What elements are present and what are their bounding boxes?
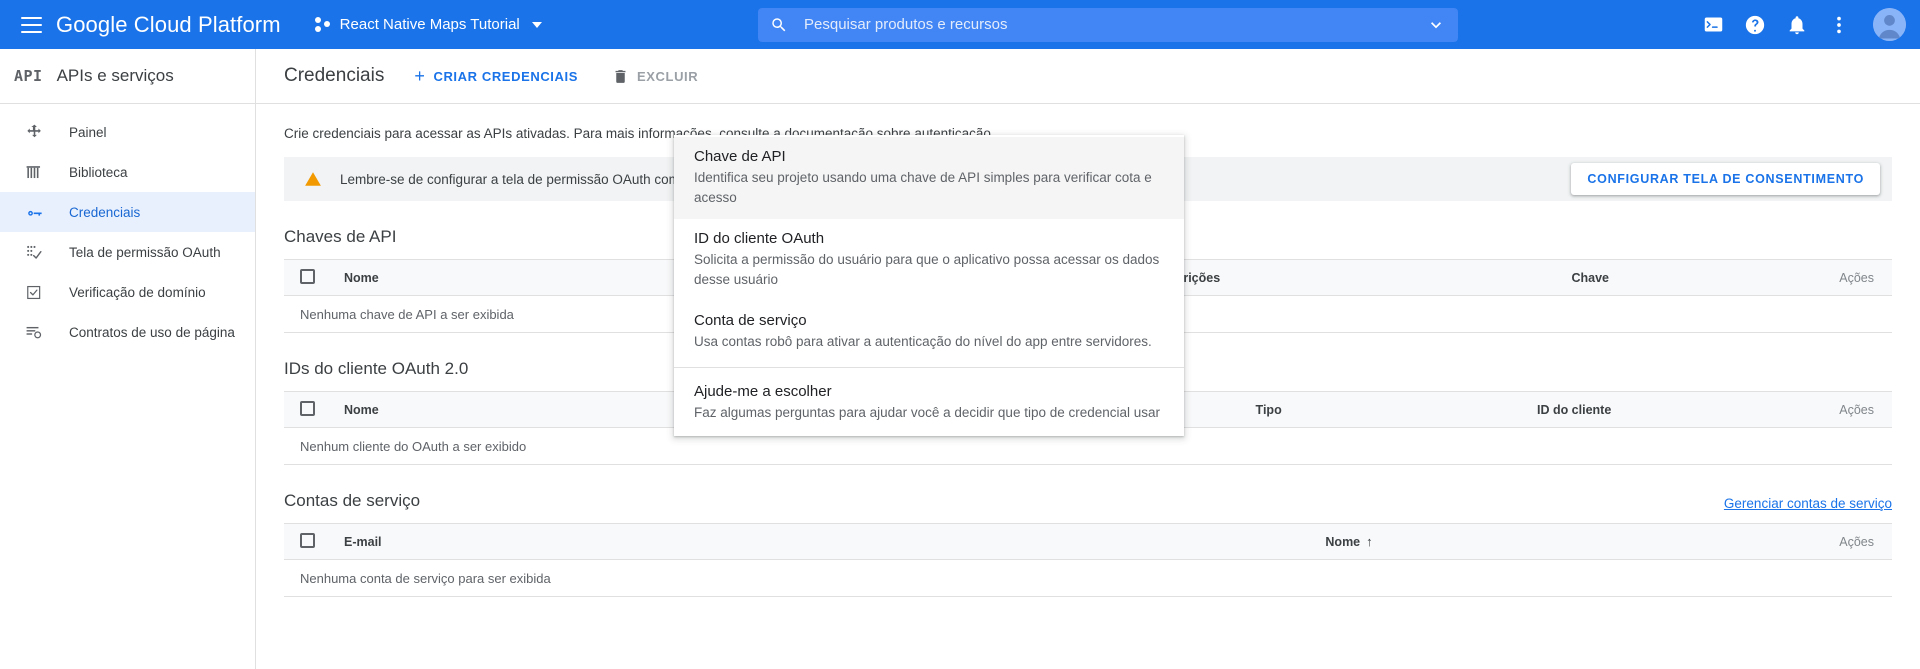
table-header-row: E-mail Nome ↑ Ações (284, 523, 1892, 560)
sidebar-item-credenciais[interactable]: Credenciais (0, 192, 255, 232)
empty-state-text: Nenhuma conta de serviço para ser exibid… (284, 559, 1892, 597)
library-icon (24, 162, 44, 182)
chevron-down-icon (531, 21, 542, 28)
menu-item-description: Identifica seu projeto usando uma chave … (694, 170, 1152, 205)
delete-button[interactable]: EXCLUIR (608, 62, 702, 91)
create-credentials-label: CRIAR CREDENCIAIS (433, 68, 578, 84)
sort-ascending-icon[interactable]: ↑ (1366, 534, 1373, 549)
sidebar-item-list: Painel Biblioteca Credenciais Tela de pe… (0, 104, 255, 352)
oauth-consent-icon (24, 242, 44, 262)
search-input[interactable] (804, 16, 1426, 33)
column-header-email[interactable]: E-mail (336, 523, 1028, 560)
main-content: Credenciais + CRIAR CREDENCIAIS EXCLUIR … (256, 49, 1920, 669)
select-all-header (284, 259, 336, 296)
column-header-nome[interactable]: Nome (336, 391, 674, 428)
menu-item-title: ID do cliente OAuth (694, 230, 825, 247)
menu-item-title: Chave de API (694, 148, 786, 165)
menu-item-description: Faz algumas perguntas para ajudar você a… (694, 405, 1161, 420)
search-chevron-down-icon[interactable] (1426, 15, 1446, 35)
column-header-acoes: Ações (1670, 523, 1892, 560)
sidebar-item-label: Biblioteca (69, 164, 128, 180)
create-credentials-menu: Chave de API Identifica seu projeto usan… (674, 135, 1184, 436)
menu-item-chave-de-api[interactable]: Chave de API Identifica seu projeto usan… (674, 137, 1184, 219)
menu-item-title: Conta de serviço (694, 312, 807, 329)
warning-icon (305, 172, 321, 186)
project-name-label: React Native Maps Tutorial (339, 16, 520, 33)
select-all-header (284, 391, 336, 428)
brand-title[interactable]: Google Cloud Platform (56, 12, 281, 38)
sidebar-header: API APIs e serviços (0, 49, 255, 104)
menu-item-ajude-me-a-escolher[interactable]: Ajude-me a escolher Faz algumas pergunta… (674, 372, 1184, 434)
api-logo: API (14, 67, 43, 85)
sidebar-item-painel[interactable]: Painel (0, 112, 255, 152)
select-all-checkbox[interactable] (300, 268, 315, 284)
column-header-acoes: Ações (1783, 259, 1892, 296)
menu-item-title: Ajude-me a escolher (694, 383, 832, 400)
menu-item-description: Solicita a permissão do usuário para que… (694, 252, 1160, 287)
sidebar: API APIs e serviços Painel Biblioteca Cr… (0, 49, 256, 669)
column-label: Nome (1325, 535, 1361, 549)
sidebar-item-verificacao-de-dominio[interactable]: Verificação de domínio (0, 272, 255, 312)
search-bar[interactable] (758, 7, 1458, 42)
plus-icon: + (414, 66, 426, 86)
sidebar-item-tela-de-permissao-oauth[interactable]: Tela de permissão OAuth (0, 232, 255, 272)
sidebar-item-label: Tela de permissão OAuth (69, 244, 221, 260)
menu-item-conta-de-servico[interactable]: Conta de serviço Usa contas robô para at… (674, 301, 1184, 363)
search-icon (772, 17, 786, 31)
hamburger-icon[interactable] (16, 10, 46, 40)
account-avatar[interactable] (1873, 8, 1906, 41)
section-header: Contas de serviço Gerenciar contas de se… (284, 491, 1892, 523)
more-options-icon[interactable] (1827, 13, 1851, 37)
section-service-accounts: Contas de serviço Gerenciar contas de se… (284, 491, 1892, 597)
sidebar-item-label: Credenciais (69, 204, 141, 220)
page-usage-agreements-icon (24, 322, 44, 342)
help-icon[interactable] (1743, 13, 1767, 37)
sidebar-item-label: Painel (69, 124, 107, 140)
key-icon (24, 202, 44, 222)
select-all-checkbox[interactable] (300, 532, 315, 548)
page-toolbar: Credenciais + CRIAR CREDENCIAIS EXCLUIR (256, 49, 1920, 104)
app-shell: API APIs e serviços Painel Biblioteca Cr… (0, 49, 1920, 669)
column-header-chave[interactable]: Chave (1397, 259, 1784, 296)
project-selector[interactable]: React Native Maps Tutorial (307, 12, 550, 37)
page-title: Credenciais (284, 65, 385, 86)
sidebar-item-biblioteca[interactable]: Biblioteca (0, 152, 255, 192)
section-title: Chaves de API (284, 227, 397, 246)
column-header-nome[interactable]: Nome ↑ (1027, 523, 1671, 560)
create-credentials-button[interactable]: + CRIAR CREDENCIAIS (410, 63, 582, 90)
section-title: IDs do cliente OAuth 2.0 (284, 359, 469, 378)
manage-service-accounts-link[interactable]: Gerenciar contas de serviço (1724, 496, 1892, 511)
service-accounts-table: E-mail Nome ↑ Ações Nenhuma conta de serv… (284, 523, 1892, 597)
trash-icon (612, 68, 629, 85)
section-title: Contas de serviço (284, 491, 421, 510)
domain-verify-icon (24, 282, 44, 302)
sidebar-item-label: Contratos de uso de página (69, 324, 235, 340)
dashboard-icon (24, 122, 44, 142)
menu-separator (674, 367, 1184, 368)
top-app-bar: Google Cloud Platform React Native Maps … (0, 0, 1920, 49)
delete-label: EXCLUIR (637, 68, 699, 84)
top-bar-icon-group (1701, 0, 1906, 49)
column-header-id-do-cliente[interactable]: ID do cliente (1413, 391, 1735, 428)
table-row: Nenhuma conta de serviço para ser exibid… (284, 559, 1892, 597)
menu-item-id-do-cliente-oauth[interactable]: ID do cliente OAuth Solicita a permissão… (674, 219, 1184, 301)
column-header-acoes: Ações (1734, 391, 1892, 428)
select-all-header (284, 523, 336, 560)
notifications-bell-icon[interactable] (1785, 13, 1809, 37)
select-all-checkbox[interactable] (300, 400, 315, 416)
menu-item-description: Usa contas robô para ativar a autenticaç… (694, 334, 1152, 349)
project-dots-icon (314, 16, 332, 33)
configure-consent-screen-button[interactable]: CONFIGURAR TELA DE CONSENTIMENTO (1571, 163, 1880, 195)
sidebar-title: APIs e serviços (56, 66, 174, 85)
cloud-shell-icon[interactable] (1701, 13, 1725, 37)
sidebar-item-label: Verificação de domínio (69, 284, 206, 300)
sidebar-item-contratos-de-uso-de-pagina[interactable]: Contratos de uso de página (0, 312, 255, 352)
